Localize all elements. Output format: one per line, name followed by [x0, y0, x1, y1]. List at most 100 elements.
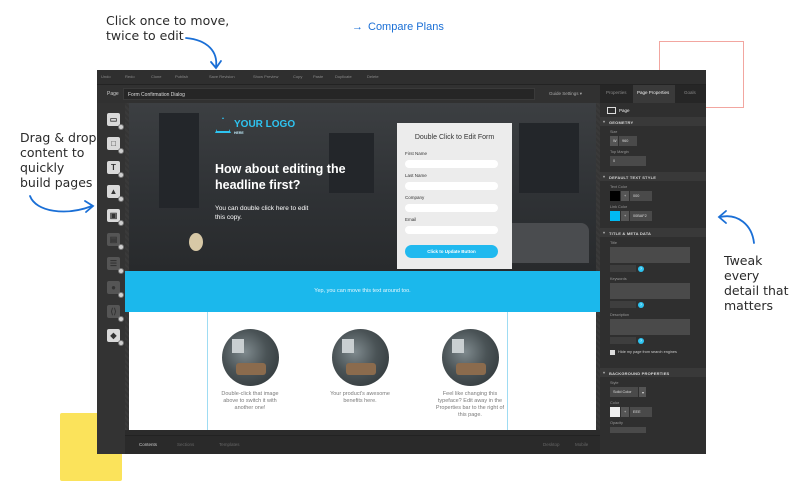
top-margin-value: 0 — [613, 159, 616, 163]
tab-properties[interactable]: Properties — [606, 90, 627, 95]
social-icon[interactable]: ◆ — [107, 329, 124, 346]
background-color-swatch[interactable] — [610, 407, 620, 417]
first-name-field[interactable] — [405, 160, 498, 168]
text-color-swatch[interactable] — [610, 191, 620, 201]
style-select[interactable]: Solid Color — [610, 387, 638, 397]
clone-button[interactable]: Clone — [151, 74, 161, 81]
annotation-line: Drag & drop — [20, 130, 97, 145]
add-icon[interactable]: + — [621, 407, 629, 417]
paste-button[interactable]: Paste — [313, 74, 323, 81]
delete-button[interactable]: Delete — [367, 74, 379, 81]
compare-plans-link[interactable]: → Compare Plans — [352, 21, 444, 33]
geometry-section[interactable]: ▾ GEOMETRY — [600, 117, 706, 126]
add-icon[interactable]: + — [621, 191, 629, 201]
features-section[interactable]: Double-click that image above to switch … — [129, 312, 596, 430]
image-icon[interactable]: ▲ — [107, 185, 124, 202]
mobile-view-button[interactable]: Mobile — [575, 442, 588, 447]
feature-image[interactable] — [331, 329, 389, 386]
tool-rail: ▭ □ T ▲ ▣ ▤ ☰ ● ⟨⟩ ◆ — [97, 103, 125, 454]
form-title: Double Click to Edit Form — [414, 134, 495, 141]
list-icon[interactable]: ☰ — [107, 257, 124, 274]
annotation-line: Tweak every — [724, 253, 763, 283]
signup-form[interactable]: Double Click to Edit Form First Name Las… — [397, 123, 512, 269]
show-preview-button[interactable]: Show Preview — [253, 74, 278, 81]
feature-caption[interactable]: Double-click that image above to switch … — [215, 391, 285, 412]
bottom-bar: Contents Sections Templates Desktop Mobi… — [125, 435, 600, 454]
curved-arrow-icon — [717, 210, 755, 244]
email-field[interactable] — [405, 226, 498, 234]
copy-button[interactable]: Copy — [293, 74, 302, 81]
duplicate-button[interactable]: Duplicate — [335, 74, 352, 81]
tab-goals[interactable]: Goals — [684, 90, 696, 95]
video-icon[interactable]: ● — [107, 281, 124, 298]
page-bar: Page Form Confirmation Dialog Guide Sett… — [97, 85, 600, 103]
feature-item[interactable]: Double-click that image above to switch … — [215, 329, 285, 412]
annotation-line: content to — [20, 145, 85, 160]
section-label: DEFAULT TEXT STYLE — [609, 174, 657, 180]
add-icon[interactable]: + — [621, 211, 629, 221]
contents-tab[interactable]: Contents — [139, 442, 157, 447]
text-color-input[interactable]: 000 — [630, 191, 652, 201]
hero-headline[interactable]: How about editing the headline first? — [215, 161, 360, 193]
text-icon[interactable]: T — [107, 161, 124, 178]
link-color-swatch[interactable] — [610, 211, 620, 221]
opacity-label: Opacity — [610, 421, 623, 425]
help-icon[interactable]: ? — [638, 338, 644, 344]
section-label: GEOMETRY — [609, 119, 634, 125]
last-name-label: Last Name — [405, 173, 427, 178]
text-color-label: Text Color — [610, 185, 628, 189]
save-revision-button[interactable]: Save Revision — [209, 74, 235, 81]
page-canvas[interactable]: YOUR LOGO HERE How about editing the hea… — [125, 103, 600, 430]
form-icon[interactable]: ▣ — [107, 209, 124, 226]
feature-item[interactable]: Your product's awesome benefits here. — [325, 329, 395, 405]
desktop-view-button[interactable]: Desktop — [543, 442, 560, 447]
section-label: BACKGROUND PROPERTIES — [609, 370, 670, 376]
chevron-down-icon[interactable]: ▾ — [639, 387, 646, 397]
section-icon[interactable]: ▭ — [107, 113, 124, 130]
redo-button[interactable]: Redo — [125, 74, 135, 81]
button-icon[interactable]: ▤ — [107, 233, 124, 250]
width-unit: W — [610, 136, 618, 146]
title-input[interactable] — [610, 247, 690, 263]
hide-search-checkbox[interactable] — [610, 350, 615, 355]
link-color-label: Link Color — [610, 205, 628, 209]
publish-button[interactable]: Publish — [175, 74, 188, 81]
last-name-field[interactable] — [405, 182, 498, 190]
cta-band[interactable]: Yep, you can move this text around too. — [125, 271, 600, 312]
title-meta-section[interactable]: ▾ TITLE & META DATA — [600, 228, 706, 237]
hero-section[interactable]: YOUR LOGO HERE How about editing the hea… — [129, 103, 596, 271]
feature-caption[interactable]: Your product's awesome benefits here. — [325, 391, 395, 405]
hero-copy[interactable]: You can double click here to edit this c… — [215, 204, 315, 222]
logo[interactable]: YOUR LOGO HERE — [215, 117, 295, 135]
undo-button[interactable]: Undo — [101, 74, 111, 81]
top-margin-input[interactable]: 0 — [610, 156, 646, 166]
templates-tab[interactable]: Templates — [219, 442, 240, 447]
company-field[interactable] — [405, 204, 498, 212]
company-label: Company — [405, 195, 425, 200]
feature-image[interactable] — [441, 329, 499, 386]
feature-image[interactable] — [221, 329, 279, 386]
background-section[interactable]: ▾ BACKGROUND PROPERTIES — [600, 368, 706, 377]
guide-settings-dropdown[interactable]: Guide Settings ▾ — [549, 91, 582, 97]
section-label: TITLE & META DATA — [609, 230, 652, 236]
background-color-value: EEE — [633, 410, 641, 414]
update-button[interactable]: Click to Update Button — [405, 245, 498, 258]
tab-page-properties[interactable]: Page Properties — [637, 90, 669, 95]
background-color-input[interactable]: EEE — [630, 407, 652, 417]
help-icon[interactable]: ? — [638, 266, 644, 272]
opacity-slider[interactable] — [610, 427, 646, 433]
feature-caption[interactable]: Feel like changing this typeface? Edit a… — [435, 391, 505, 419]
text-style-section[interactable]: ▾ DEFAULT TEXT STYLE — [600, 172, 706, 181]
char-counter — [610, 301, 636, 308]
box-icon[interactable]: □ — [107, 137, 124, 154]
code-icon[interactable]: ⟨⟩ — [107, 305, 124, 322]
page-selector[interactable]: Form Confirmation Dialog — [123, 88, 535, 100]
sections-tab[interactable]: Sections — [177, 442, 194, 447]
help-icon[interactable]: ? — [638, 302, 644, 308]
feature-item[interactable]: Feel like changing this typeface? Edit a… — [435, 329, 505, 419]
keywords-input[interactable] — [610, 283, 690, 299]
description-input[interactable] — [610, 319, 690, 335]
link-color-input[interactable]: 00BAF2 — [630, 211, 652, 221]
width-input[interactable]: 960 — [619, 136, 637, 146]
title-label: Title — [610, 241, 618, 245]
